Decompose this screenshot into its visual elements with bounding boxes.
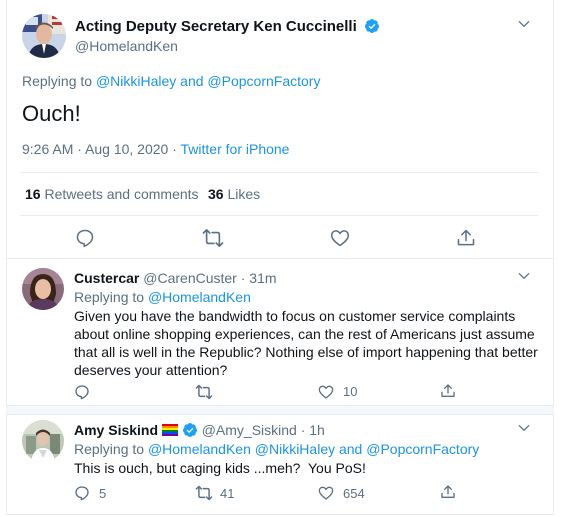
avatar[interactable] (22, 268, 64, 310)
replying-to-links[interactable]: @HomelandKen @NikkiHaley and @PopcornFac… (148, 441, 479, 457)
replying-to-line: Replying to @NikkiHaley and @PopcornFact… (22, 73, 320, 89)
share-icon[interactable] (456, 228, 476, 248)
like-icon[interactable] (330, 228, 350, 248)
reply-icon[interactable] (75, 228, 95, 248)
reply-text-line: Given you have the bandwidth to focus on… (74, 308, 516, 324)
replying-to-line: Replying to @HomelandKen @NikkiHaley and… (74, 441, 479, 457)
like-count: 654 (343, 486, 365, 501)
replying-to-links[interactable]: @NikkiHaley and @PopcornFactory (96, 73, 321, 89)
display-name-text: Acting Deputy Secretary Ken Cuccinelli (75, 18, 357, 35)
replying-prefix: Replying to (22, 73, 93, 89)
reply-text: This is ouch, but caging kids ...meh? Yo… (74, 460, 366, 476)
retweet-icon[interactable] (195, 384, 213, 400)
reply-text: Given you have the bandwidth to focus on… (74, 307, 538, 379)
divider (20, 215, 538, 216)
reply-menu-chevron-down-icon[interactable] (514, 418, 534, 438)
avatar[interactable] (22, 420, 64, 462)
reply-display-name[interactable]: Custercar (74, 270, 139, 286)
retweet-icon[interactable] (202, 228, 224, 248)
verified-badge-icon (364, 18, 380, 34)
divider (20, 172, 538, 173)
reply-text-line: that all is well in the Republic? Nothin… (74, 344, 538, 360)
likes-label: Likes (227, 186, 261, 202)
retweet-count: 41 (220, 486, 235, 501)
reply-separator (6, 405, 554, 415)
reply-count: 5 (99, 486, 107, 501)
reply-text-line: about online shopping experiences, can t… (74, 326, 535, 342)
retweets-label: Retweets and comments (44, 186, 199, 202)
retweets-stat[interactable]: 16 Retweets and comments (25, 186, 199, 202)
reply-text-line: deserves your attention? (74, 362, 228, 378)
replying-to-links[interactable]: @HomelandKen (148, 289, 251, 305)
retweets-count: 16 (25, 186, 41, 202)
replying-prefix: Replying to (74, 289, 145, 305)
share-icon[interactable] (440, 383, 456, 399)
replying-prefix: Replying to (74, 441, 145, 457)
likes-count: 36 (208, 186, 224, 202)
reply-header: Amy Siskind @Amy_Siskind · 1h (74, 422, 325, 438)
author-handle[interactable]: @HomelandKen (75, 38, 178, 54)
reply-icon[interactable] (74, 485, 90, 501)
avatar[interactable] (22, 14, 66, 58)
like-icon[interactable] (318, 384, 334, 400)
rainbow-flag-icon (161, 424, 178, 436)
reply-icon[interactable] (74, 384, 90, 400)
reply-header: Custercar @CarenCuster · 31m (74, 270, 277, 286)
share-icon[interactable] (440, 484, 456, 500)
likes-stat[interactable]: 36 Likes (208, 186, 260, 202)
reply-display-name[interactable]: Amy Siskind (74, 422, 158, 438)
tweet-timestamp-line: 9:26 AM · Aug 10, 2020 · Twitter for iPh… (22, 141, 289, 157)
tweet-menu-chevron-down-icon[interactable] (514, 14, 534, 34)
tweet-text: Ouch! (22, 101, 81, 126)
divider (6, 258, 554, 259)
like-icon[interactable] (318, 485, 334, 501)
author-display-name[interactable]: Acting Deputy Secretary Ken Cuccinelli (75, 18, 380, 35)
reply-menu-chevron-down-icon[interactable] (514, 266, 534, 286)
reply-handle-time[interactable]: @CarenCuster · 31m (143, 270, 276, 286)
like-count: 10 (343, 384, 358, 399)
tweet-timestamp[interactable]: 9:26 AM · Aug 10, 2020 · (22, 141, 181, 157)
replying-to-line: Replying to @HomelandKen (74, 289, 251, 305)
verified-badge-icon (182, 422, 198, 438)
reply-handle-time[interactable]: @Amy_Siskind · 1h (202, 422, 325, 438)
retweet-icon[interactable] (195, 485, 213, 501)
tweet-source-link[interactable]: Twitter for iPhone (181, 141, 290, 157)
